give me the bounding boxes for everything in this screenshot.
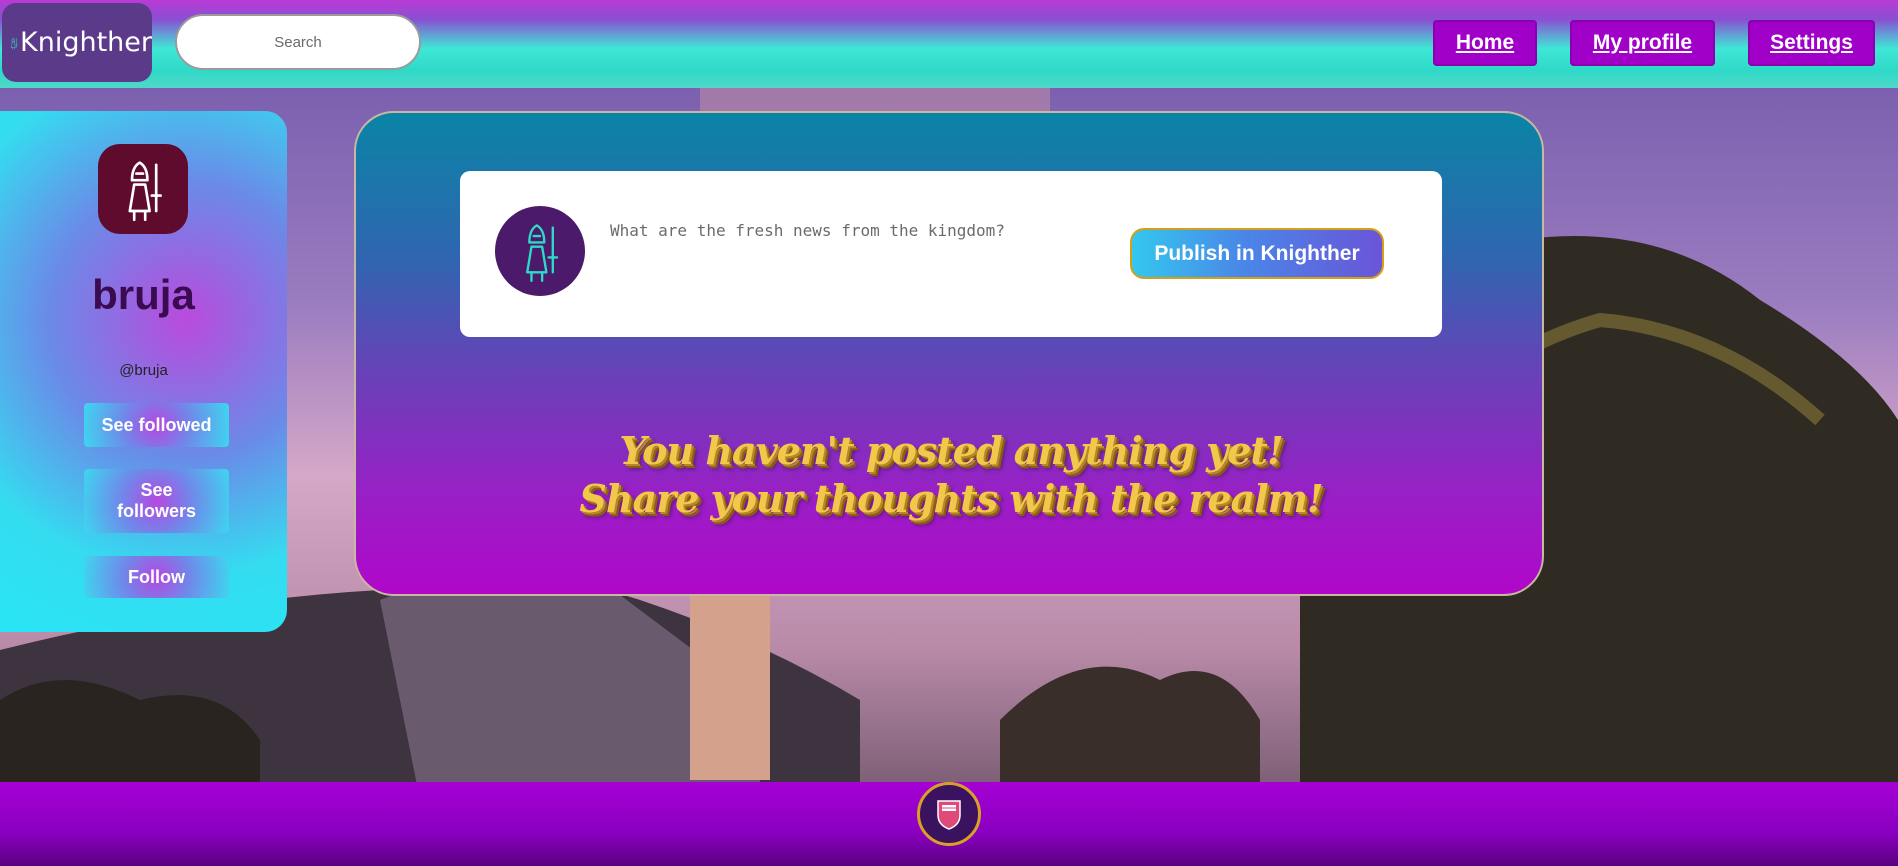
shield-icon <box>937 800 961 830</box>
app-name: Knighther <box>20 27 152 58</box>
feed-panel: Publish in Knighther You haven't posted … <box>354 111 1544 596</box>
nav-home-button[interactable]: Home <box>1433 20 1537 66</box>
empty-feed-line-1: You haven't posted anything yet! <box>619 428 1283 473</box>
top-bar: Knighther Home My profile Settings <box>0 0 1898 88</box>
nav-settings-button[interactable]: Settings <box>1748 20 1875 66</box>
knight-icon <box>128 161 162 222</box>
publish-button[interactable]: Publish in Knighther <box>1130 228 1384 279</box>
post-input[interactable] <box>608 209 1132 251</box>
post-composer: Publish in Knighther <box>460 171 1442 337</box>
profile-handle: @bruja <box>119 362 168 379</box>
avatar <box>98 144 188 234</box>
search-input[interactable] <box>175 14 421 70</box>
knight-icon <box>11 36 18 49</box>
composer-avatar <box>495 206 585 296</box>
profile-username: bruja <box>92 271 195 318</box>
empty-feed-message: You haven't posted anything yet! Share y… <box>356 427 1546 523</box>
see-followed-button[interactable]: See followed <box>84 403 229 447</box>
see-followers-button[interactable]: See followers <box>84 469 229 533</box>
knight-icon <box>526 224 559 283</box>
profile-card: bruja @bruja See followed See followers … <box>0 111 287 632</box>
app-logo[interactable]: Knighther <box>2 3 152 82</box>
empty-feed-line-2: Share your thoughts with the realm! <box>579 476 1323 521</box>
footer <box>0 782 1898 866</box>
follow-button[interactable]: Follow <box>84 556 229 598</box>
shield-badge-icon[interactable] <box>917 782 981 846</box>
nav-my-profile-button[interactable]: My profile <box>1570 20 1715 66</box>
